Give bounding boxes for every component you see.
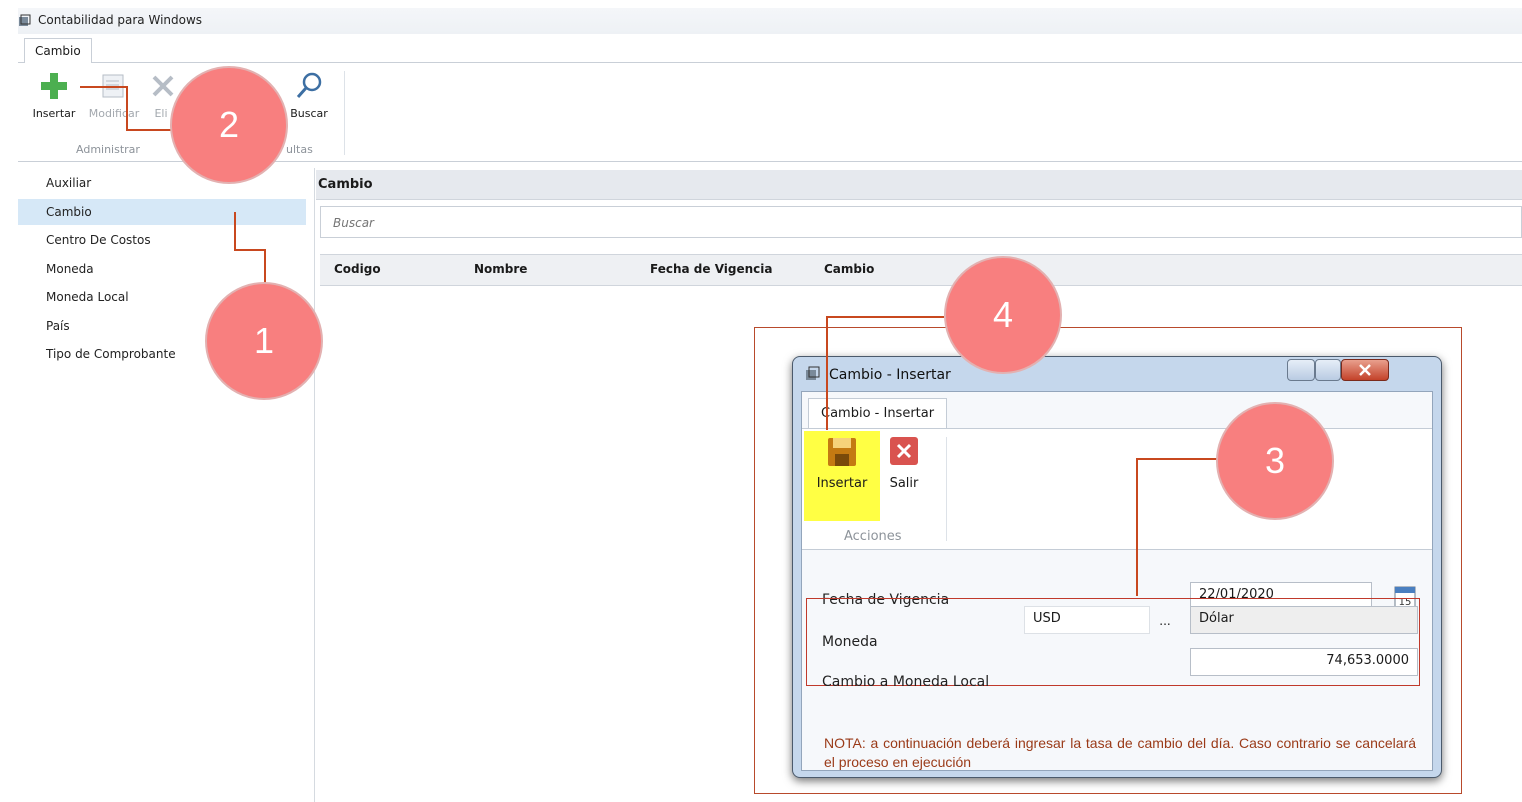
save-icon (828, 438, 856, 466)
buscar-button[interactable]: Buscar (282, 69, 336, 120)
callout-line-4 (826, 316, 828, 430)
app-icon (19, 14, 31, 26)
group-administrar: Administrar (76, 143, 140, 156)
callout-line-1 (234, 249, 265, 251)
maximize-button[interactable] (1315, 359, 1341, 381)
callout-2: 2 (170, 66, 288, 184)
tab-cambio-insertar[interactable]: Cambio - Insertar (808, 398, 948, 430)
table-header: Codigo Nombre Fecha de Vigencia Cambio (320, 254, 1522, 286)
dialog-body: Cambio - Insertar Insertar Salir Accione… (801, 391, 1433, 771)
delete-icon (146, 69, 180, 103)
ribbon-separator (344, 71, 345, 155)
search-input[interactable] (321, 207, 1522, 239)
minimize-button[interactable] (1287, 359, 1315, 381)
callout-1: 1 (205, 282, 323, 400)
cambio-local-field[interactable]: 74,653.0000 (1190, 648, 1418, 676)
insert-dialog: Cambio - Insertar Cambio - Insertar Inse… (792, 356, 1442, 778)
dialog-salir-button[interactable]: Salir (884, 435, 924, 491)
close-icon (1359, 364, 1371, 376)
dialog-ribbon: Insertar Salir Acciones (802, 428, 1432, 550)
sidebar-item-auxiliar[interactable]: Auxiliar (18, 170, 306, 196)
callout-4: 4 (944, 256, 1062, 374)
column-cambio[interactable]: Cambio (824, 262, 874, 276)
column-codigo[interactable]: Codigo (334, 262, 381, 276)
moneda-browse-button[interactable]: ... (1152, 608, 1178, 634)
moneda-code-field[interactable]: USD (1024, 606, 1150, 634)
callout-line-3 (1136, 458, 1138, 596)
page-title: Cambio (316, 170, 1522, 200)
callout-line-4 (826, 316, 944, 318)
moneda-name-field: Dólar (1190, 606, 1418, 634)
group-consultas: ultas (286, 143, 313, 156)
dialog-insertar-button[interactable]: Insertar (804, 435, 880, 491)
nota-text: NOTA: a continuación deberá ingresar la … (824, 735, 1416, 770)
callout-line-2 (80, 86, 128, 88)
insertar-button[interactable]: Insertar (24, 69, 84, 120)
sidebar-item-moneda[interactable]: Moneda (18, 256, 306, 282)
callout-3: 3 (1216, 402, 1334, 520)
plus-icon (37, 69, 71, 103)
sidebar: Auxiliar Cambio Centro De Costos Moneda … (18, 168, 315, 802)
group-acciones: Acciones (844, 529, 902, 544)
exit-icon (890, 437, 918, 465)
callout-line-1 (234, 212, 236, 250)
callout-line-3 (1136, 458, 1218, 460)
dialog-app-icon (806, 366, 820, 380)
search-box[interactable] (320, 206, 1522, 239)
column-nombre[interactable]: Nombre (474, 262, 527, 276)
title-bar: Contabilidad para Windows (18, 8, 1522, 35)
callout-line-2 (126, 86, 128, 130)
sidebar-item-cambio[interactable]: Cambio (18, 199, 306, 225)
callout-line-2 (126, 129, 172, 131)
cambio-local-label: Cambio a Moneda Local (822, 674, 990, 690)
moneda-label: Moneda (822, 634, 878, 650)
column-fecha-vigencia[interactable]: Fecha de Vigencia (650, 262, 772, 276)
dialog-title: Cambio - Insertar (829, 367, 951, 383)
close-button[interactable] (1341, 359, 1389, 381)
search-icon (292, 69, 326, 103)
modificar-button[interactable]: Modificar (84, 69, 144, 120)
window-title: Contabilidad para Windows (38, 13, 203, 27)
ribbon-separator (946, 437, 947, 541)
ribbon-tab-bar: Cambio (18, 34, 1522, 64)
tab-cambio[interactable]: Cambio (24, 38, 92, 64)
